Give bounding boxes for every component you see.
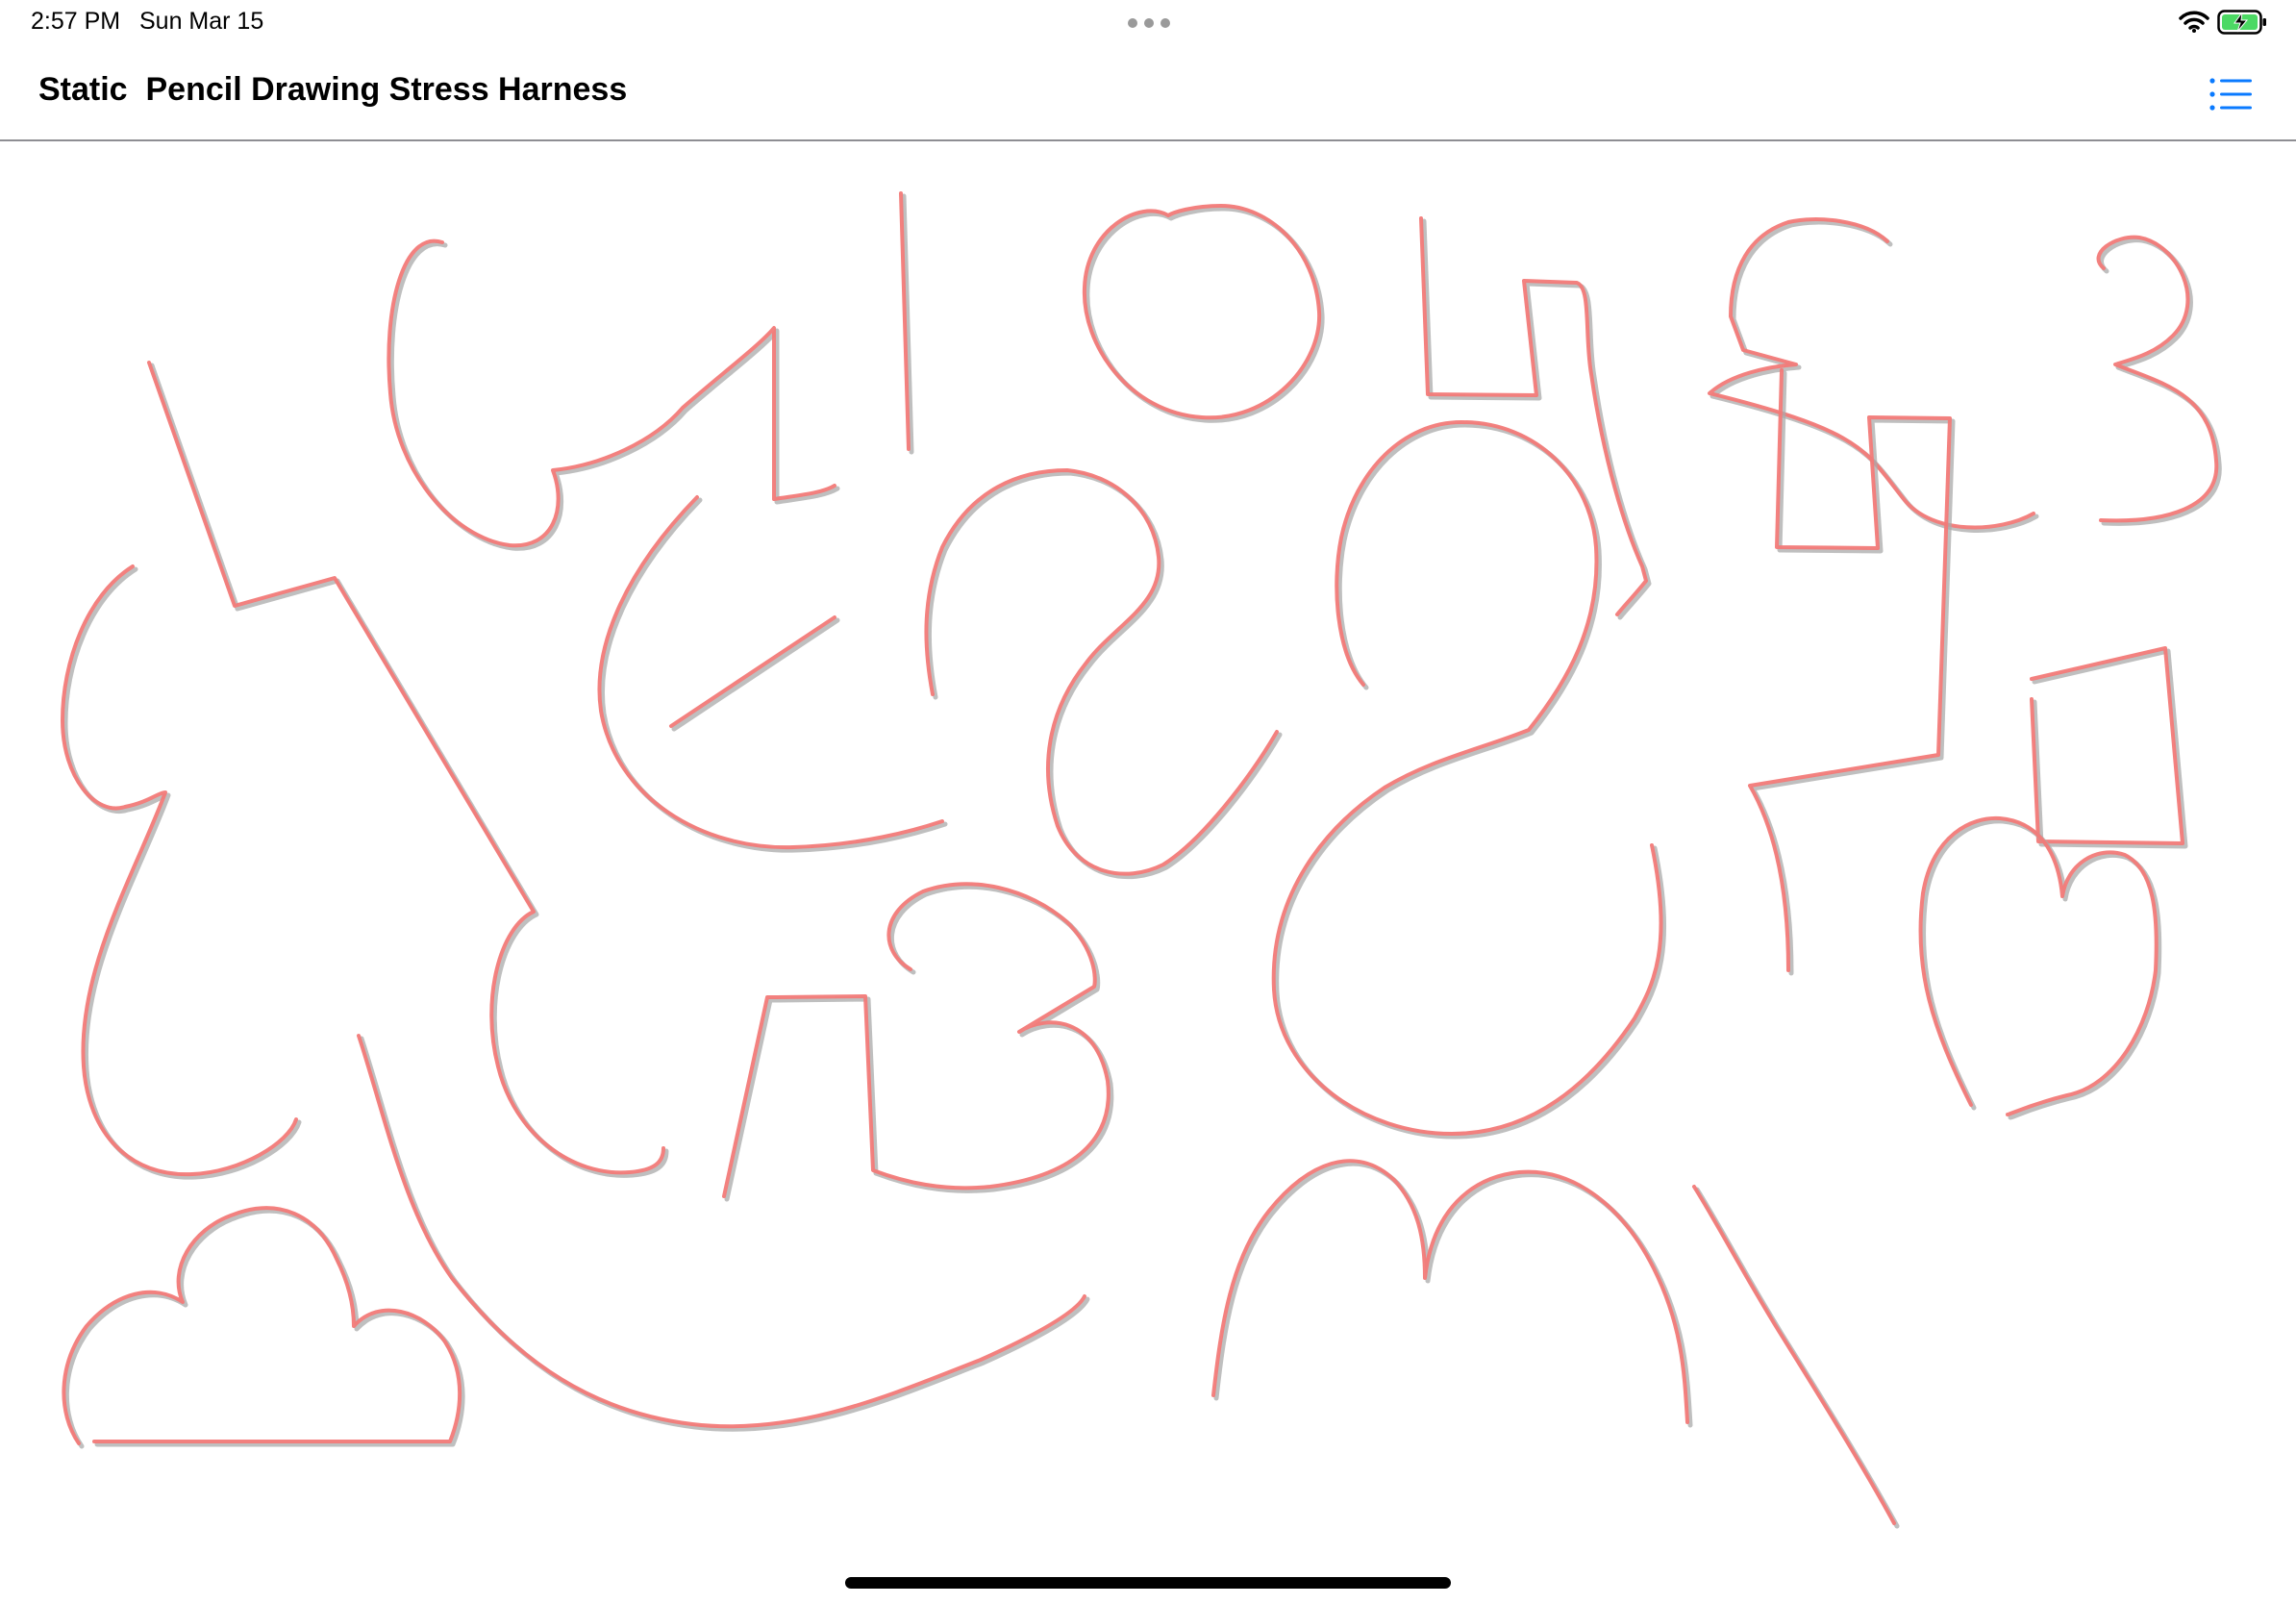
source-stroke-2 (62, 566, 302, 1180)
status-date: Sun Mar 15 (139, 8, 264, 35)
drawing-canvas[interactable] (0, 143, 2296, 1604)
source-stroke-13 (2032, 648, 2188, 849)
rendered-stroke-1 (147, 361, 665, 1175)
battery-charging-icon (2217, 10, 2266, 35)
source-stroke-1 (149, 363, 669, 1178)
rendered-stroke-9 (1271, 420, 1663, 1136)
source-stroke-10 (724, 884, 1114, 1202)
rendered-stroke-10 (722, 882, 1111, 1198)
multitask-dots-icon[interactable] (1127, 17, 1171, 29)
rendered-stroke-12 (1748, 368, 1952, 972)
rendered-stroke-15 (62, 1206, 462, 1445)
rendered-stroke-7 (1419, 216, 1648, 616)
status-bar: 2:57 PM Sun Mar 15 (0, 0, 2296, 46)
rendered-stroke-18 (1692, 1185, 1896, 1525)
source-stroke-6 (1085, 206, 1325, 423)
source-stroke-16 (359, 1036, 1090, 1432)
navigation-bar: Static Pencil Drawing Stress Harness (0, 46, 2296, 141)
rendered-stroke-14 (1918, 815, 2159, 1116)
source-stroke-3 (388, 241, 840, 551)
status-time: 2:57 PM (31, 8, 121, 35)
list-icon[interactable] (2208, 75, 2254, 113)
rendered-stroke-3 (387, 238, 836, 548)
rendered-stroke-2 (61, 564, 298, 1177)
home-indicator[interactable] (845, 1577, 1451, 1589)
page-title: Static Pencil Drawing Stress Harness (38, 71, 628, 108)
source-stroke-9 (1274, 422, 1667, 1140)
source-stroke-15 (64, 1208, 465, 1449)
pencil-strokes (61, 191, 2222, 1529)
rendered-stroke-4 (597, 495, 944, 850)
wifi-icon (2179, 11, 2209, 33)
rendered-stroke-6 (1082, 204, 1322, 420)
source-stroke-14 (1920, 818, 2162, 1120)
source-stroke-8 (926, 470, 1283, 880)
source-stroke-4 (600, 497, 948, 853)
